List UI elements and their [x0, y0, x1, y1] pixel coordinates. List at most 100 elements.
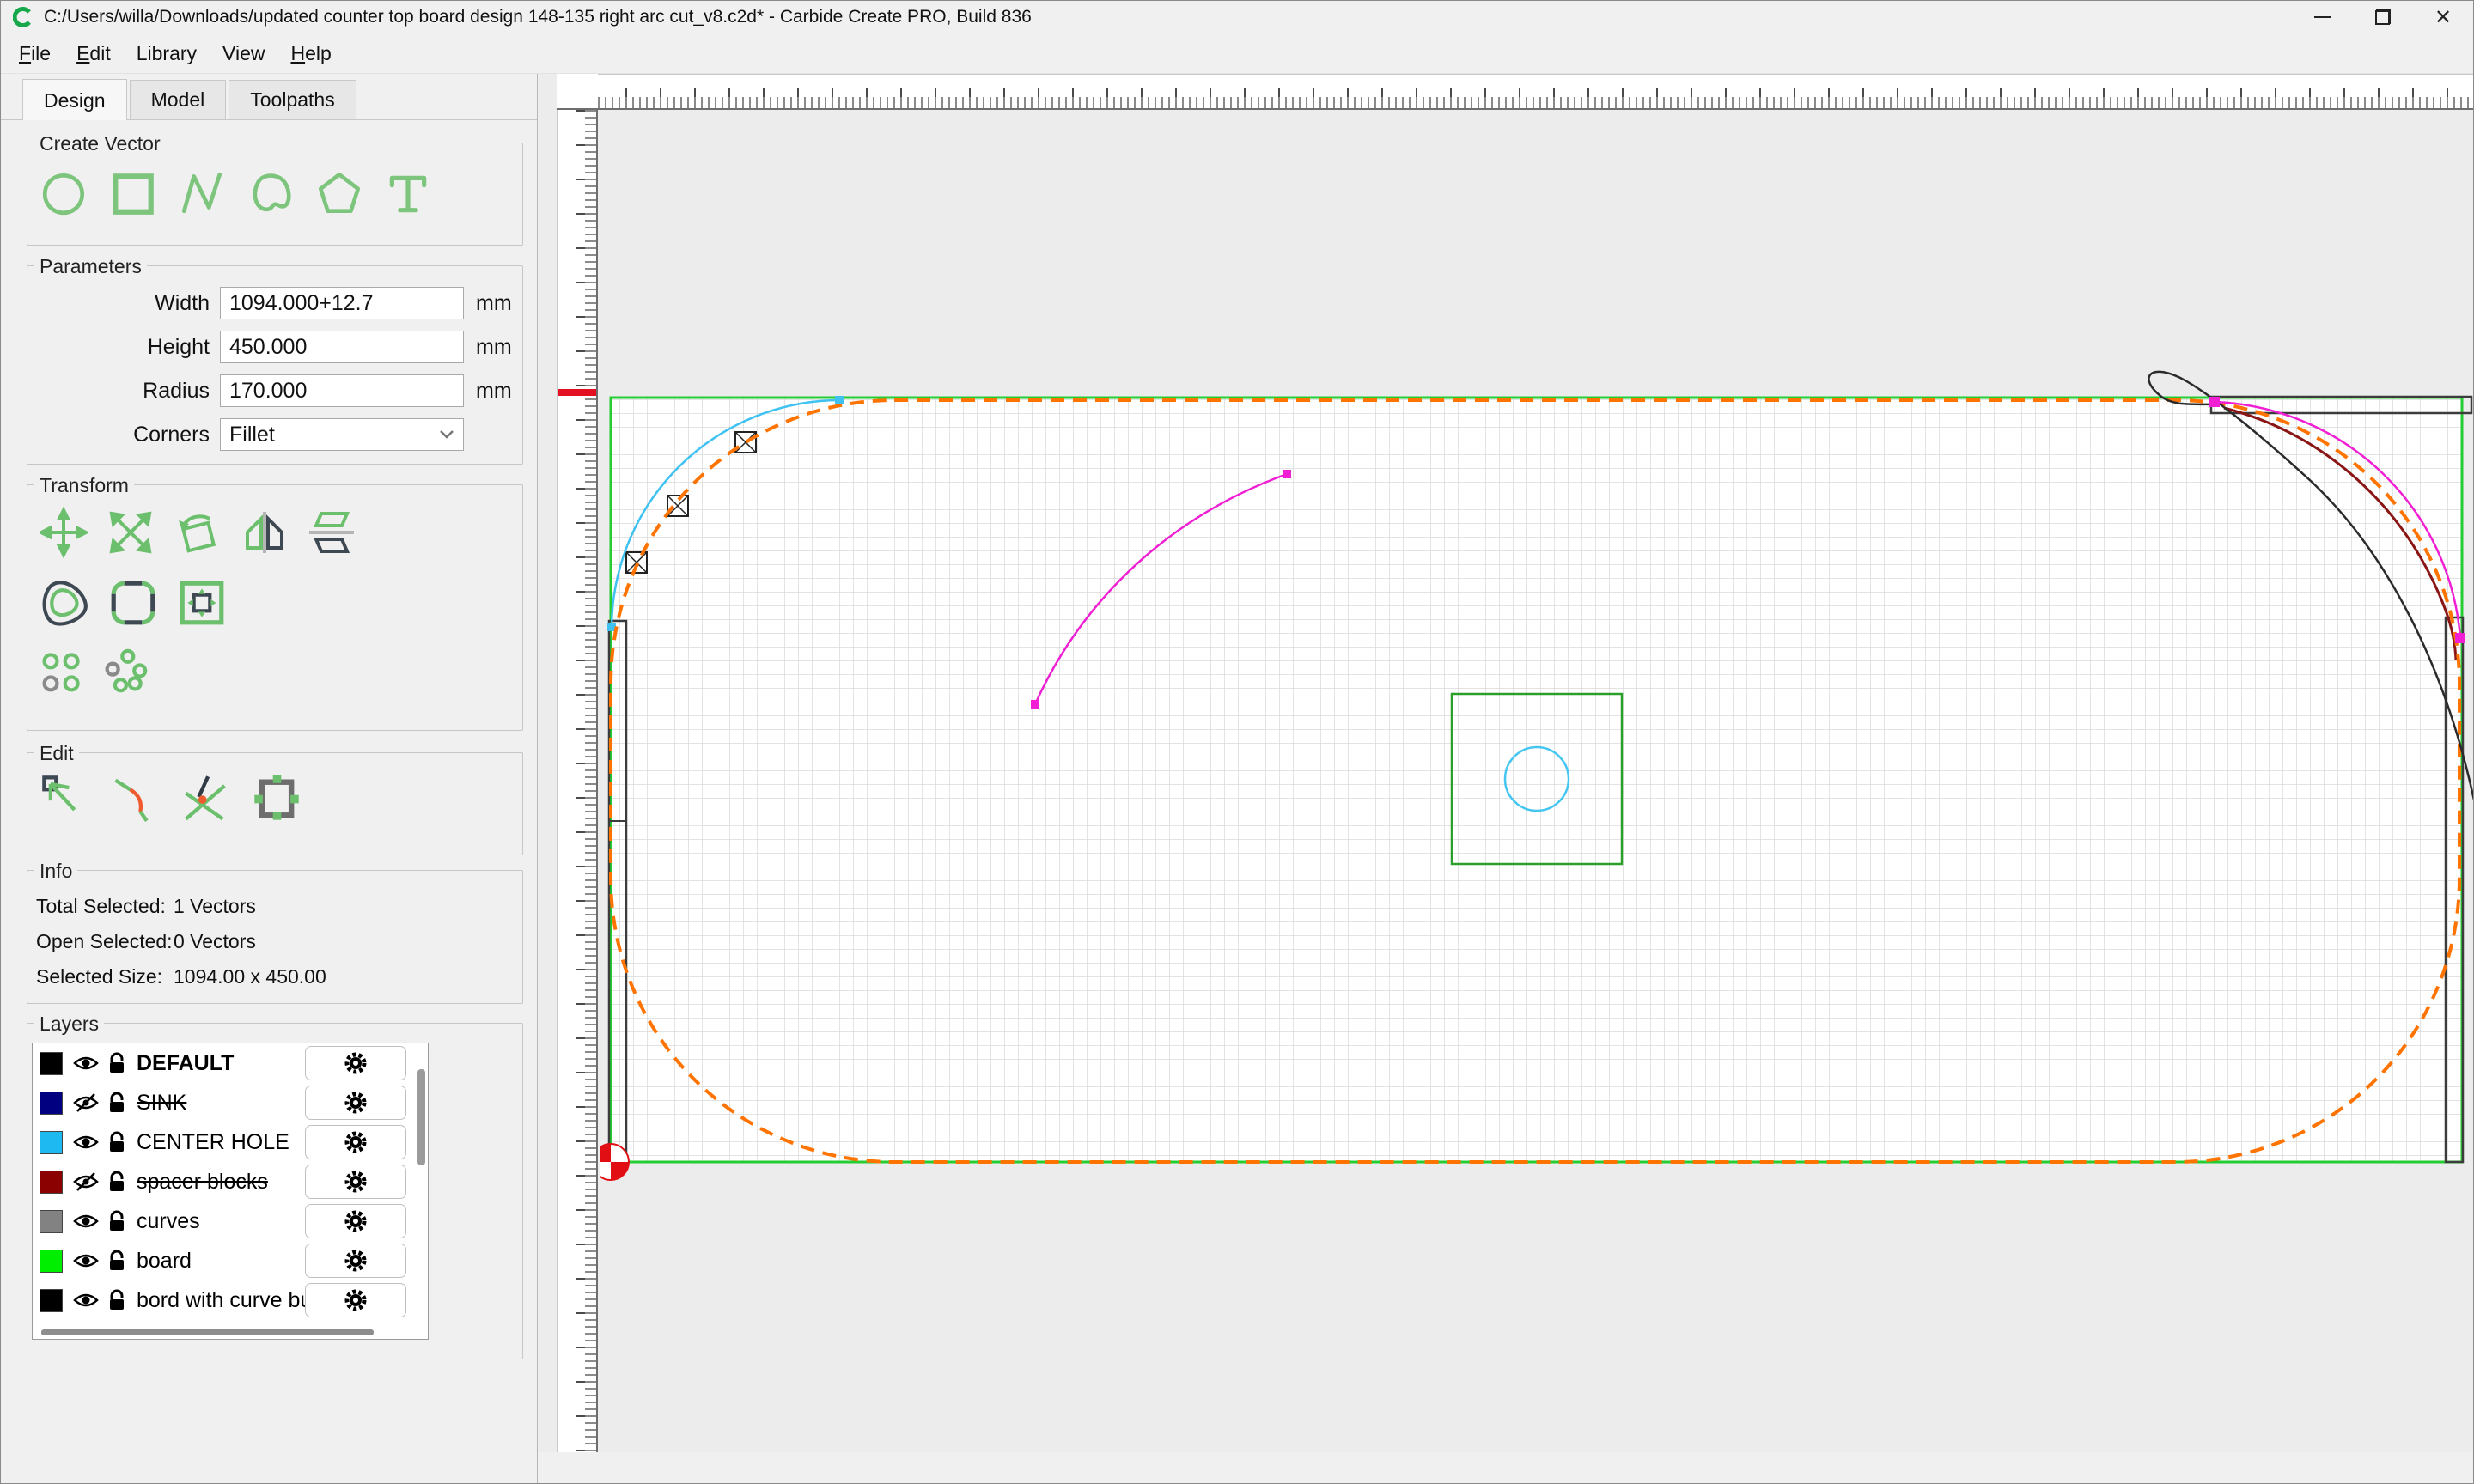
gear-icon [343, 1090, 369, 1116]
tab-model[interactable]: Model [130, 80, 227, 119]
node-edit-tool-icon[interactable] [40, 772, 91, 825]
layer-settings-button[interactable] [305, 1204, 406, 1238]
title-bar: C:/Users/willa/Downloads/updated counter… [1, 1, 2473, 33]
polygon-tool-icon[interactable] [314, 167, 364, 219]
layer-visibility-eye-icon[interactable] [73, 1092, 99, 1114]
layer-lock-icon[interactable] [107, 1171, 128, 1193]
polyline-tool-icon[interactable] [177, 167, 227, 219]
magenta-node[interactable] [2209, 397, 2220, 407]
scale-tool-icon[interactable] [107, 506, 155, 559]
curve-tool-icon[interactable] [246, 167, 296, 219]
layer-name: curves [137, 1209, 200, 1234]
magenta-node[interactable] [2455, 633, 2465, 643]
minimize-button[interactable] [2293, 1, 2353, 33]
layer-visibility-eye-icon[interactable] [73, 1131, 99, 1153]
gear-icon [343, 1169, 369, 1195]
layer-lock-icon[interactable] [107, 1131, 128, 1153]
origin-marker[interactable] [600, 1144, 629, 1180]
corners-dropdown[interactable]: Fillet [220, 418, 464, 451]
edit-title: Edit [34, 742, 79, 765]
menu-help[interactable]: Help [277, 37, 344, 70]
layer-visibility-eye-icon[interactable] [73, 1250, 99, 1272]
tab-design[interactable]: Design [22, 79, 127, 120]
menu-bar: File Edit Library View Help [1, 33, 2473, 74]
stock-grid [611, 398, 2462, 1162]
flip-tool-icon[interactable] [308, 506, 356, 559]
open-selected-value: 0 Vectors [174, 930, 256, 953]
layer-color-swatch[interactable] [40, 1171, 63, 1194]
layer-settings-button[interactable] [305, 1046, 406, 1080]
circular-array-tool-icon[interactable] [103, 647, 148, 695]
layer-row[interactable]: curves [33, 1201, 428, 1241]
layers-horizontal-scrollbar[interactable] [41, 1329, 374, 1335]
layer-color-swatch[interactable] [40, 1250, 63, 1273]
layer-visibility-eye-icon[interactable] [73, 1210, 99, 1232]
layer-lock-icon[interactable] [107, 1289, 128, 1311]
layer-name: SINK [137, 1091, 186, 1116]
corners-value: Fillet [229, 423, 275, 447]
menu-library[interactable]: Library [124, 37, 210, 70]
layer-settings-button[interactable] [305, 1165, 406, 1199]
layer-lock-icon[interactable] [107, 1052, 128, 1074]
layer-row[interactable]: SINK [33, 1083, 428, 1122]
width-field[interactable] [220, 287, 464, 319]
fillet-corners-tool-icon[interactable] [108, 575, 158, 631]
design-canvas[interactable] [600, 112, 2474, 1452]
layer-settings-button[interactable] [305, 1125, 406, 1159]
tab-toolpaths[interactable]: Toolpaths [229, 80, 356, 119]
create-vector-group: Create Vector [27, 143, 523, 246]
layer-settings-button[interactable] [305, 1283, 406, 1317]
mirror-tool-icon[interactable] [241, 506, 289, 559]
layer-color-swatch[interactable] [40, 1092, 63, 1115]
move-tool-icon[interactable] [40, 506, 88, 559]
layer-row[interactable]: spacer blocks [33, 1162, 428, 1201]
menu-file[interactable]: File [6, 37, 64, 70]
layers-vertical-scrollbar[interactable] [417, 1069, 425, 1165]
height-field[interactable] [220, 331, 464, 363]
cyan-node[interactable] [835, 396, 844, 404]
layer-color-swatch[interactable] [40, 1131, 63, 1154]
layer-row[interactable]: DEFAULT [33, 1043, 428, 1083]
menu-edit[interactable]: Edit [64, 37, 124, 70]
radius-label: Radius [27, 379, 210, 404]
layer-settings-button[interactable] [305, 1086, 406, 1120]
layer-visibility-eye-icon[interactable] [73, 1052, 99, 1074]
layer-row[interactable]: board [33, 1241, 428, 1280]
layer-list: DEFAULT SINK [32, 1043, 429, 1340]
layer-row[interactable]: bord with curve built in [33, 1280, 428, 1320]
inner-offset-tool-icon[interactable] [177, 575, 227, 631]
design-sidebar: Design Model Toolpaths Create Vector [1, 74, 538, 1483]
height-label: Height [27, 335, 210, 360]
layer-lock-icon[interactable] [107, 1210, 128, 1232]
layer-color-swatch[interactable] [40, 1210, 63, 1233]
layer-color-swatch[interactable] [40, 1289, 63, 1312]
layer-lock-icon[interactable] [107, 1250, 128, 1272]
chevron-down-icon [439, 429, 454, 440]
close-icon: ✕ [2434, 5, 2452, 30]
text-tool-icon[interactable] [383, 167, 433, 219]
circle-tool-icon[interactable] [40, 167, 89, 219]
rotate-tool-icon[interactable] [174, 506, 222, 559]
restore-button[interactable] [2353, 1, 2413, 33]
close-button[interactable]: ✕ [2413, 1, 2473, 33]
layer-visibility-eye-icon[interactable] [73, 1171, 99, 1193]
menu-view[interactable]: View [210, 37, 277, 70]
trim-vectors-tool-icon[interactable] [180, 772, 232, 825]
layer-color-swatch[interactable] [40, 1052, 63, 1075]
linear-array-tool-icon[interactable] [40, 647, 84, 695]
curve-edit-tool-icon[interactable] [110, 772, 161, 825]
width-row: Width mm [27, 287, 522, 319]
join-vectors-tool-icon[interactable] [251, 772, 302, 825]
layer-row[interactable]: CENTER HOLE [33, 1122, 428, 1162]
layer-visibility-eye-icon[interactable] [73, 1289, 99, 1311]
offset-tool-icon[interactable] [40, 575, 89, 631]
layer-settings-button[interactable] [305, 1244, 406, 1278]
magenta-node[interactable] [1031, 700, 1039, 709]
magenta-node[interactable] [1283, 470, 1291, 478]
rectangle-tool-icon[interactable] [108, 167, 158, 219]
gear-icon [343, 1129, 369, 1155]
radius-field[interactable] [220, 374, 464, 407]
info-group: Info Total Selected:1 Vectors Open Selec… [27, 870, 523, 1004]
layer-lock-icon[interactable] [107, 1092, 128, 1114]
canvas-area[interactable] [539, 74, 2473, 1483]
